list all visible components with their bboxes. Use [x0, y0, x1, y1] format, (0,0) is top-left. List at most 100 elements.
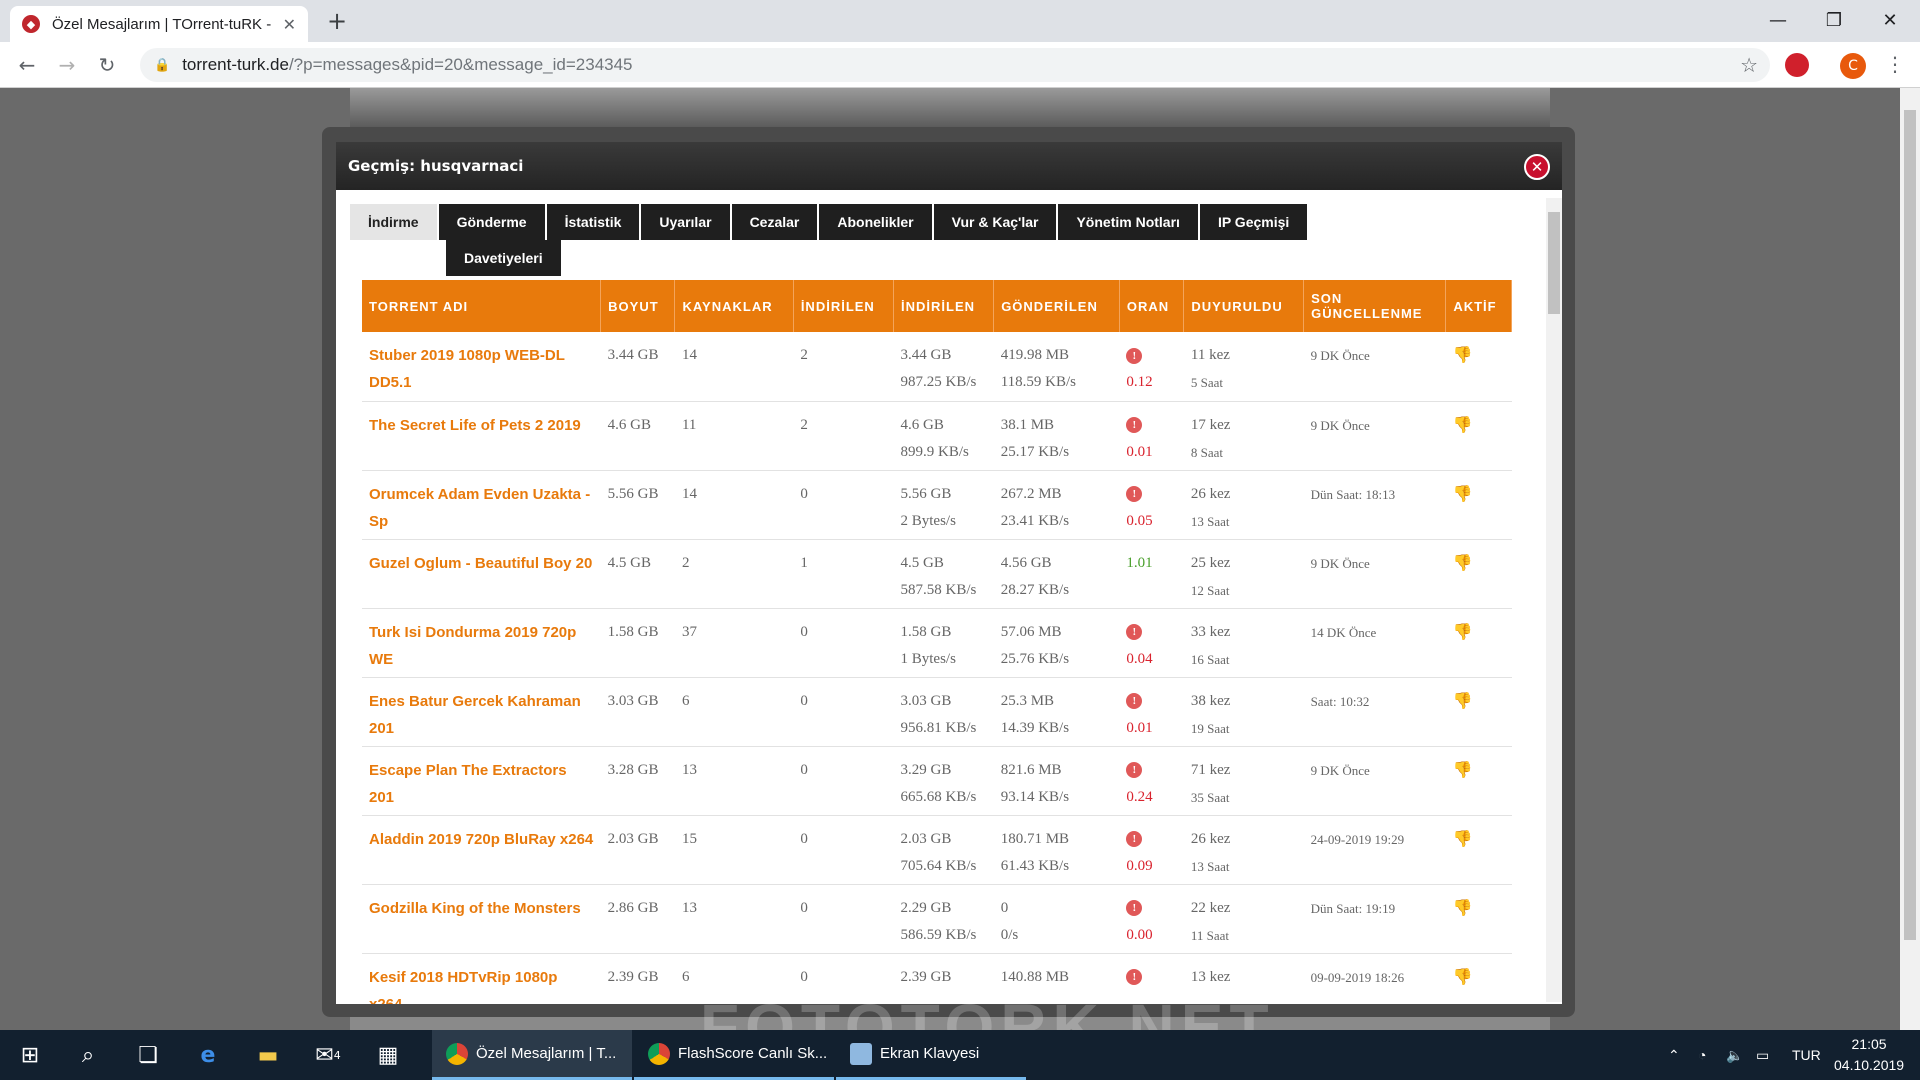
column-header[interactable]: İNDİRİLEN: [893, 280, 995, 332]
table-cell: ! 0.09: [1119, 815, 1184, 885]
restore-button[interactable]: ❐: [1806, 0, 1862, 40]
browser-tabbar: ◆ Özel Mesajlarım | TOrrent-tuRK - ✕ + —…: [0, 0, 1920, 42]
tab-7[interactable]: Yönetim Notları: [1058, 204, 1198, 240]
download-count: 0: [800, 692, 808, 709]
torrent-name-link[interactable]: Aladdin 2019 720p BluRay x264: [369, 831, 593, 848]
table-row[interactable]: Escape Plan The Extractors 201 3.28 GB 13 0…: [362, 746, 1512, 816]
column-header[interactable]: GÖNDERİLEN: [993, 280, 1120, 332]
table-row[interactable]: Stuber 2019 1080p WEB-DL DD5.1 3.44 GB 14 2…: [362, 332, 1512, 402]
column-header[interactable]: AKTİF: [1445, 280, 1512, 332]
taskbar-app-chrome-2[interactable]: FlashScore Canlı Sk...: [634, 1030, 834, 1080]
table-row[interactable]: Turk Isi Dondurma 2019 720p WE 1.58 GB 37 0…: [362, 608, 1512, 678]
edge-icon[interactable]: e: [180, 1030, 236, 1080]
tab-1[interactable]: Gönderme: [438, 204, 545, 240]
table-row[interactable]: Enes Batur Gercek Kahraman 201 3.03 GB 6 0 3…: [362, 677, 1512, 747]
taskbar-app-chrome-1[interactable]: Özel Mesajlarım | T...: [432, 1030, 632, 1080]
table-row[interactable]: Godzilla King of the Monsters 2.86 GB 13 0 2…: [362, 884, 1512, 954]
modal-scrollbar-thumb[interactable]: [1548, 212, 1560, 314]
minimize-button[interactable]: —: [1750, 0, 1806, 40]
size-value: 1.58 GB: [607, 623, 659, 640]
column-header[interactable]: KAYNAKLAR: [674, 280, 794, 332]
torrent-name-link[interactable]: Enes Batur Gercek Kahraman 201: [369, 693, 581, 737]
ratio-value: 0.00: [1126, 926, 1153, 943]
torrent-name-link[interactable]: Godzilla King of the Monsters: [369, 900, 581, 917]
table-cell: 57.06 MB 25.76 KB/s: [993, 608, 1120, 678]
modal-close-button[interactable]: ✕: [1524, 154, 1550, 180]
table-row[interactable]: Aladdin 2019 720p BluRay x264 2.03 GB 15 0 2…: [362, 815, 1512, 885]
reload-button[interactable]: ↻: [92, 50, 122, 80]
table-cell: 15: [674, 815, 794, 885]
torrent-name-link[interactable]: Guzel Oglum - Beautiful Boy 20: [369, 555, 592, 572]
torrent-name-link[interactable]: Escape Plan The Extractors 201: [369, 762, 567, 806]
tab-8[interactable]: IP Geçmişi: [1199, 204, 1308, 240]
tab-6[interactable]: Vur & Kaç'lar: [933, 204, 1057, 240]
table-cell: 👎: [1445, 884, 1512, 954]
column-header[interactable]: BOYUT: [600, 280, 676, 332]
url-bar[interactable]: 🔒 torrent-turk.de /?p=messages&pid=20&me…: [140, 48, 1770, 82]
announced-value: 17 kez: [1190, 416, 1231, 433]
ratio-warning-icon: !: [1126, 900, 1143, 917]
profile-avatar[interactable]: C: [1840, 53, 1866, 79]
inactive-thumb-down-icon: 👎: [1452, 347, 1473, 364]
ratio-warning-icon: !: [1126, 831, 1143, 848]
torrent-name-link[interactable]: Stuber 2019 1080p WEB-DL DD5.1: [369, 347, 565, 391]
browser-menu-icon[interactable]: ⋮: [1885, 52, 1905, 76]
sources-value: 2: [681, 554, 690, 571]
modal-scrollbar[interactable]: [1546, 198, 1562, 1002]
new-tab-button[interactable]: +: [322, 6, 352, 36]
clock[interactable]: 21:05 04.10.2019: [1834, 1034, 1904, 1076]
taskbar-app-keyboard[interactable]: Ekran Klavyesi: [836, 1030, 1026, 1080]
battery-icon[interactable]: ▭: [1756, 1030, 1769, 1080]
tab-davetiyeleri[interactable]: Davetiyeleri: [446, 240, 561, 276]
column-header[interactable]: İNDİRİLEN: [793, 280, 895, 332]
table-cell: 3.28 GB: [600, 746, 675, 816]
torrent-name-link[interactable]: Kesif 2018 HDTvRip 1080p x264: [369, 969, 557, 1005]
extension-icon[interactable]: [1785, 53, 1809, 77]
tab-close-icon[interactable]: ✕: [283, 15, 296, 34]
address-toolbar: ← → ↻ 🔒 torrent-turk.de /?p=messages&pid…: [0, 42, 1920, 88]
table-cell: 2.86 GB: [600, 884, 675, 954]
taskbar: ⊞ ⌕ ❏ e ▬ ✉ 4 ▦ Özel Mesajlarım | T... Fl…: [0, 1030, 1920, 1080]
table-row[interactable]: The Secret Life of Pets 2 2019 4.6 GB 11 2 4…: [362, 401, 1512, 471]
table-row[interactable]: Guzel Oglum - Beautiful Boy 20 4.5 GB 2 1 4.…: [362, 539, 1512, 609]
lock-icon[interactable]: 🔒: [154, 58, 170, 73]
torrent-name-link[interactable]: The Secret Life of Pets 2 2019: [369, 417, 581, 434]
table-row[interactable]: Orumcek Adam Evden Uzakta - Sp 5.56 GB 14 0…: [362, 470, 1512, 540]
last-updated: 9 DK Önce: [1310, 417, 1370, 433]
clock-time: 21:05: [1851, 1036, 1887, 1052]
torrent-name-link[interactable]: Orumcek Adam Evden Uzakta - Sp: [369, 486, 590, 530]
windows-start-icon[interactable]: ⊞: [2, 1030, 58, 1080]
torrent-name-link[interactable]: Turk Isi Dondurma 2019 720p WE: [369, 624, 576, 668]
volume-icon[interactable]: 🔈: [1726, 1030, 1743, 1080]
upload-speed: 28.27 KB/s: [1000, 581, 1070, 598]
bookmark-star-icon[interactable]: ☆: [1740, 53, 1758, 77]
table-cell: 38 kez 19 Saat: [1183, 677, 1304, 747]
column-header[interactable]: SON GÜNCELLENME: [1303, 280, 1447, 332]
table-cell: Dün Saat: 19:19: [1303, 884, 1446, 954]
browser-tab[interactable]: ◆ Özel Mesajlarım | TOrrent-tuRK - ✕: [10, 6, 308, 42]
inactive-thumb-down-icon: 👎: [1452, 416, 1473, 434]
tab-3[interactable]: Uyarılar: [641, 204, 730, 240]
back-button[interactable]: ←: [12, 50, 42, 80]
mail-icon[interactable]: ✉ 4: [300, 1030, 356, 1080]
size-value: 2.86 GB: [607, 899, 659, 916]
tab-0[interactable]: İndirme: [350, 204, 437, 240]
announced-value: 38 kez: [1190, 692, 1231, 709]
network-icon[interactable]: ◔: [1698, 1030, 1706, 1080]
file-explorer-icon[interactable]: ▬: [240, 1030, 296, 1080]
tab-4[interactable]: Cezalar: [731, 204, 818, 240]
column-header[interactable]: ORAN: [1119, 280, 1185, 332]
column-header[interactable]: TORRENT ADI: [362, 280, 602, 332]
close-window-button[interactable]: ✕: [1862, 0, 1918, 40]
language-indicator[interactable]: TUR: [1792, 1030, 1821, 1080]
column-header[interactable]: DUYURULDU: [1183, 280, 1305, 332]
forward-button[interactable]: →: [52, 50, 82, 80]
task-view-icon[interactable]: ❏: [120, 1030, 176, 1080]
page-scrollbar-thumb[interactable]: [1904, 110, 1916, 940]
tab-2[interactable]: İstatistik: [546, 204, 640, 240]
tab-5[interactable]: Abonelikler: [819, 204, 932, 240]
store-icon[interactable]: ▦: [360, 1030, 416, 1080]
ratio-value: 0.24: [1126, 788, 1153, 805]
search-icon[interactable]: ⌕: [60, 1030, 116, 1080]
tray-chevron-icon[interactable]: ⌃: [1668, 1030, 1680, 1080]
